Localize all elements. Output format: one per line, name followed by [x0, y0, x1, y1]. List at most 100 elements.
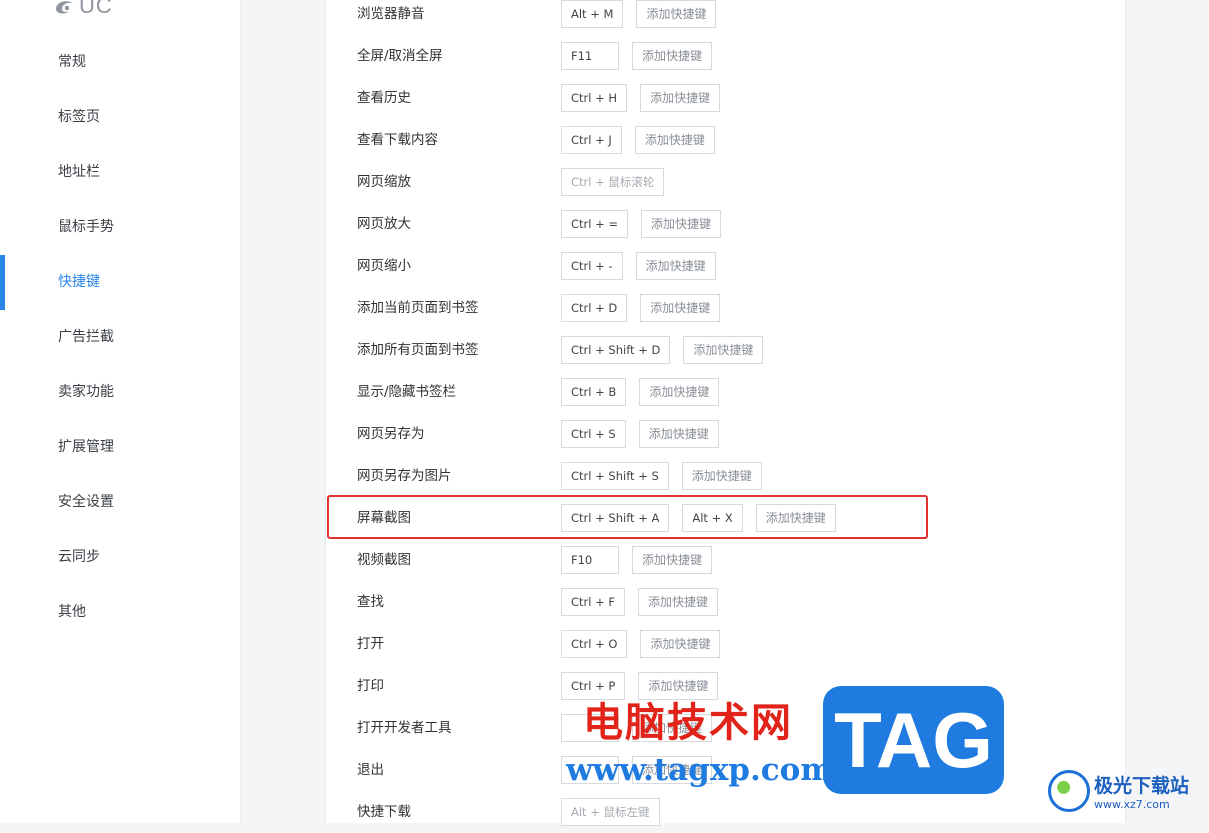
shortcut-key-field[interactable]: Alt + M	[561, 0, 624, 28]
sidebar-item[interactable]: 鼠标手势	[0, 200, 240, 255]
shortcut-keys: Ctrl + - 添加快捷键	[561, 252, 716, 280]
shortcut-keys: Ctrl + H 添加快捷键	[561, 84, 721, 112]
shortcut-key-field[interactable]: Ctrl + Shift + D	[561, 336, 671, 364]
shortcut-keys: F11 添加快捷键	[561, 42, 713, 70]
shortcut-key-field[interactable]: Ctrl + H	[561, 84, 628, 112]
watermark-tag-logo: TAG	[823, 686, 1004, 794]
sidebar-item[interactable]: 地址栏	[0, 145, 240, 200]
add-shortcut-button[interactable]: 添加快捷键	[639, 378, 720, 406]
shortcut-label: 网页缩放	[357, 174, 411, 190]
shortcut-key-field: Alt + 鼠标左键	[561, 798, 660, 826]
sidebar-item[interactable]: 安全设置	[0, 475, 240, 530]
shortcut-row: 添加所有页面到书签 Ctrl + Shift + D 添加快捷键	[326, 329, 1125, 371]
shortcut-keys: Ctrl + J 添加快捷键	[561, 126, 715, 154]
shortcut-key-field[interactable]: Ctrl + F	[561, 588, 626, 616]
shortcut-label: 打开	[357, 636, 384, 652]
add-shortcut-button[interactable]: 添加快捷键	[683, 336, 764, 364]
shortcut-label: 网页另存为	[357, 426, 425, 442]
shortcut-label: 退出	[357, 762, 384, 778]
shortcut-row: 打开 Ctrl + O 添加快捷键	[326, 623, 1125, 665]
shortcut-key-field[interactable]: Ctrl + S	[561, 420, 626, 448]
add-shortcut-button[interactable]: 添加快捷键	[636, 0, 717, 28]
add-shortcut-button[interactable]: 添加快捷键	[640, 630, 721, 658]
shortcut-label: 网页放大	[357, 216, 411, 232]
add-shortcut-button[interactable]: 添加快捷键	[681, 462, 762, 490]
shortcut-label: 添加所有页面到书签	[357, 342, 479, 358]
shortcut-row: 全屏/取消全屏 F11 添加快捷键	[326, 35, 1125, 77]
shortcut-keys: Ctrl + Shift + D 添加快捷键	[561, 336, 764, 364]
corner-watermark: 极光下载站 www.xz7.com	[1048, 770, 1189, 812]
sidebar-item[interactable]: 云同步	[0, 530, 240, 585]
shortcut-row: 浏览器静音 Alt + M 添加快捷键	[326, 0, 1125, 35]
shortcut-key-field: Ctrl + 鼠标滚轮	[561, 168, 665, 196]
shortcut-key-field[interactable]: Ctrl + Shift + S	[561, 462, 669, 490]
sidebar-nav: 常规 标签页 地址栏 鼠标手势 快捷键 广告拦截 卖家功能 扩展管理 安全设置 云同步 其他	[0, 35, 240, 640]
shortcut-key-field[interactable]: Ctrl + J	[561, 126, 622, 154]
shortcut-row: 网页放大 Ctrl + = 添加快捷键	[326, 203, 1125, 245]
shortcut-key-field[interactable]: Ctrl + B	[561, 378, 627, 406]
shortcut-row: 网页另存为 Ctrl + S 添加快捷键	[326, 413, 1125, 455]
sidebar-item[interactable]: 常规	[0, 35, 240, 90]
shortcut-keys: Ctrl + D 添加快捷键	[561, 294, 721, 322]
settings-sidebar: UC 常规 标签页 地址栏 鼠标手势 快捷键 广告拦截 卖家功能 扩展管理 安全设置 云同步 其他	[0, 0, 241, 823]
add-shortcut-button[interactable]: 添加快捷键	[641, 210, 722, 238]
shortcut-key-field[interactable]: Alt + X	[682, 504, 743, 532]
shortcut-key-field[interactable]: F11	[561, 42, 619, 70]
shortcut-label: 打开开发者工具	[357, 720, 452, 736]
shortcut-key-field[interactable]: Ctrl + D	[561, 294, 628, 322]
sidebar-item[interactable]: 卖家功能	[0, 365, 240, 420]
corner-watermark-title: 极光下载站	[1094, 775, 1190, 797]
shortcut-keys: Ctrl + Shift + A Alt + X 添加快捷键	[561, 504, 836, 532]
shortcut-label: 快捷下载	[357, 804, 411, 820]
shortcut-keys: Ctrl + Shift + S 添加快捷键	[561, 462, 762, 490]
add-shortcut-button[interactable]: 添加快捷键	[640, 294, 721, 322]
shortcut-label: 查看历史	[357, 90, 411, 106]
shortcut-row: 视频截图 F10 添加快捷键	[326, 539, 1125, 581]
shortcut-label: 网页缩小	[357, 258, 411, 274]
shortcut-row: 查看历史 Ctrl + H 添加快捷键	[326, 77, 1125, 119]
shortcut-keys: Alt + 鼠标左键	[561, 798, 660, 826]
shortcut-label: 打印	[357, 678, 384, 694]
sidebar-item[interactable]: 扩展管理	[0, 420, 240, 475]
add-shortcut-button[interactable]: 添加快捷键	[634, 126, 715, 154]
shortcut-label: 添加当前页面到书签	[357, 300, 479, 316]
shortcut-keys: Ctrl + O 添加快捷键	[561, 630, 721, 658]
watermark-cn-text: 电脑技术网	[583, 700, 793, 746]
shortcut-keys: Ctrl + B 添加快捷键	[561, 378, 720, 406]
sidebar-item[interactable]: 快捷键	[0, 255, 240, 310]
shortcut-row: 网页另存为图片 Ctrl + Shift + S 添加快捷键	[326, 455, 1125, 497]
sidebar-item[interactable]: 广告拦截	[0, 310, 240, 365]
shortcut-row: 屏幕截图 Ctrl + Shift + A Alt + X 添加快捷键	[326, 497, 1125, 539]
uc-logo-text: UC	[79, 0, 113, 18]
shortcut-row: 添加当前页面到书签 Ctrl + D 添加快捷键	[326, 287, 1125, 329]
shortcut-key-field[interactable]: F10	[561, 546, 619, 574]
shortcut-label: 查找	[357, 594, 384, 610]
shortcut-label: 查看下载内容	[357, 132, 438, 148]
sidebar-item[interactable]: 其他	[0, 585, 240, 640]
add-shortcut-button[interactable]: 添加快捷键	[638, 588, 719, 616]
add-shortcut-button[interactable]: 添加快捷键	[635, 252, 716, 280]
shortcut-row: 显示/隐藏书签栏 Ctrl + B 添加快捷键	[326, 371, 1125, 413]
shortcut-key-field[interactable]: Ctrl + -	[561, 252, 623, 280]
shortcut-key-field[interactable]: Ctrl + Shift + A	[561, 504, 670, 532]
shortcut-keys: Ctrl + S 添加快捷键	[561, 420, 719, 448]
corner-watermark-url: www.xz7.com	[1094, 798, 1170, 811]
shortcut-keys: F10 添加快捷键	[561, 546, 713, 574]
add-shortcut-button[interactable]: 添加快捷键	[632, 546, 713, 574]
add-shortcut-button[interactable]: 添加快捷键	[638, 420, 719, 448]
shortcut-keys: Alt + M 添加快捷键	[561, 0, 717, 28]
uc-logo-icon	[56, 1, 73, 14]
shortcut-key-field[interactable]: Ctrl + =	[561, 210, 629, 238]
shortcut-key-field[interactable]: Ctrl + O	[561, 630, 628, 658]
shortcut-label: 网页另存为图片	[357, 468, 452, 484]
shortcut-row: 查找 Ctrl + F 添加快捷键	[326, 581, 1125, 623]
add-shortcut-button[interactable]: 添加快捷键	[755, 504, 836, 532]
add-shortcut-button[interactable]: 添加快捷键	[640, 84, 721, 112]
add-shortcut-button[interactable]: 添加快捷键	[632, 42, 713, 70]
shortcut-label: 屏幕截图	[357, 510, 411, 526]
sidebar-item[interactable]: 标签页	[0, 90, 240, 145]
shortcut-keys: Ctrl + 鼠标滚轮	[561, 168, 665, 196]
shortcut-label: 显示/隐藏书签栏	[357, 384, 457, 400]
shortcut-row: 网页缩小 Ctrl + - 添加快捷键	[326, 245, 1125, 287]
shortcut-row: 网页缩放 Ctrl + 鼠标滚轮	[326, 161, 1125, 203]
